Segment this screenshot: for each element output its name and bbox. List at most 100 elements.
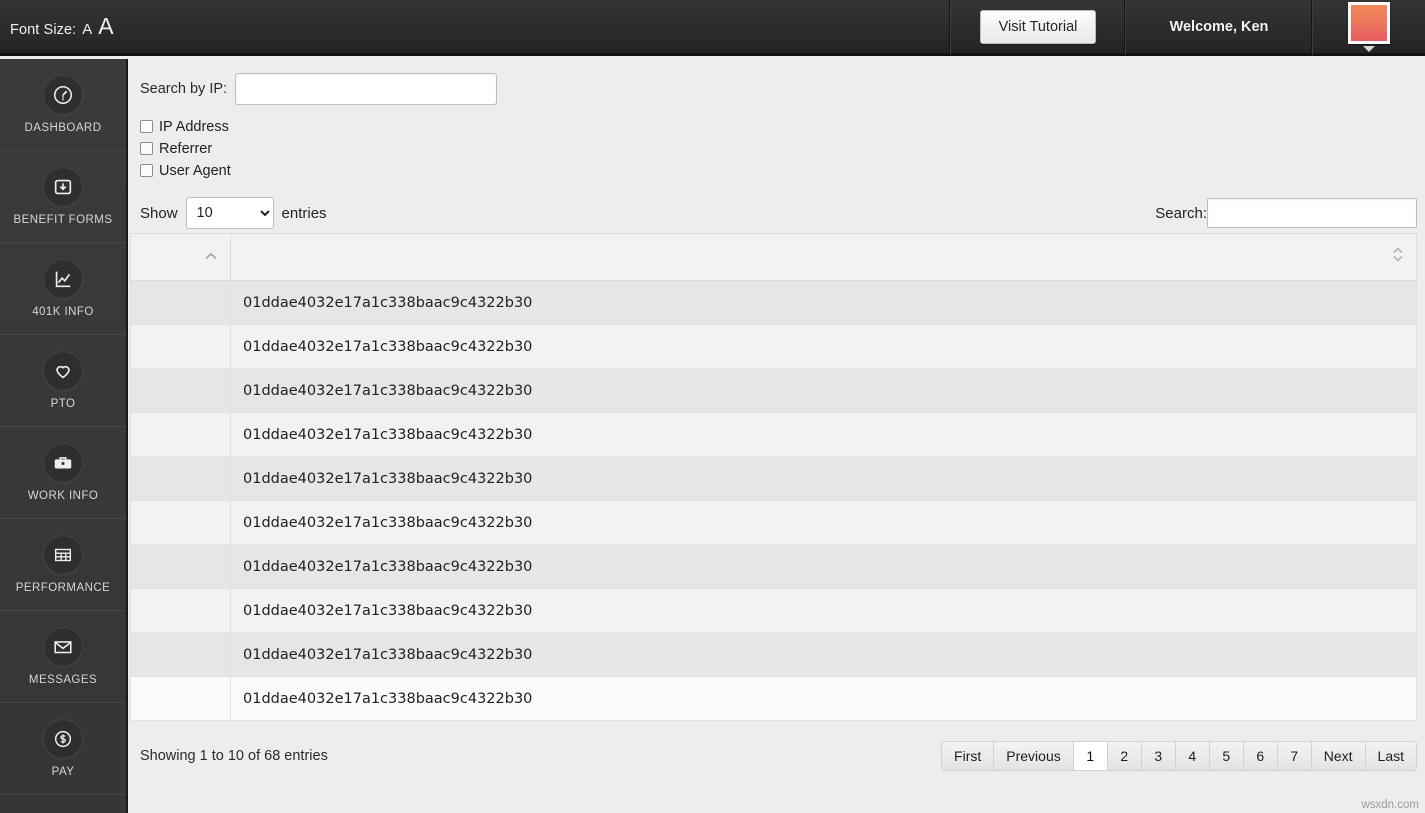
table-row[interactable]: 01ddae4032e17a1c338baac9c4322b30 xyxy=(130,632,1417,677)
dollar-circle-icon xyxy=(43,719,83,759)
user-menu[interactable] xyxy=(1311,0,1425,55)
cell-col-a xyxy=(130,412,231,457)
sidebar-item-label: 401K INFO xyxy=(32,306,94,318)
cell-col-b: 01ddae4032e17a1c338baac9c4322b30 xyxy=(230,544,1417,589)
line-chart-icon xyxy=(43,259,83,299)
cell-col-b: 01ddae4032e17a1c338baac9c4322b30 xyxy=(230,676,1417,721)
table-row[interactable]: 01ddae4032e17a1c338baac9c4322b30 xyxy=(130,588,1417,633)
column-header-2[interactable] xyxy=(230,233,1417,281)
sidebar-item-benefit-forms[interactable]: BENEFIT FORMS xyxy=(0,151,126,243)
table-row[interactable]: 01ddae4032e17a1c338baac9c4322b30 xyxy=(130,412,1417,457)
column-header-1[interactable] xyxy=(130,233,231,281)
pagination-page-1[interactable]: 1 xyxy=(1072,741,1107,771)
cell-col-a xyxy=(130,280,231,325)
pagination-last[interactable]: Last xyxy=(1364,741,1417,771)
table-controls: Show 10 25 50 100 entries Search: xyxy=(130,193,1417,233)
cell-col-a xyxy=(130,500,231,545)
data-table-section: Show 10 25 50 100 entries Search: xyxy=(130,193,1425,777)
pagination-page-2[interactable]: 2 xyxy=(1106,741,1141,771)
checkbox-ip-address[interactable] xyxy=(140,120,153,133)
checkbox-label: User Agent xyxy=(159,162,231,179)
font-size-decrease-button[interactable]: A xyxy=(82,21,92,38)
page-length-select[interactable]: 10 25 50 100 xyxy=(185,197,274,229)
sidebar-item-pay[interactable]: PAY xyxy=(0,703,126,795)
gauge-icon xyxy=(43,75,83,115)
avatar-wrapper[interactable] xyxy=(1348,1,1390,52)
sidebar-item-label: MESSAGES xyxy=(28,674,98,686)
pagination-page-6[interactable]: 6 xyxy=(1242,741,1277,771)
filter-checkbox-group: IP Address Referrer User Agent xyxy=(140,118,1425,179)
checkbox-user-agent[interactable] xyxy=(140,164,153,177)
sidebar-item-pto[interactable]: PTO xyxy=(0,335,126,427)
pagination-next[interactable]: Next xyxy=(1310,741,1365,771)
envelope-icon xyxy=(43,627,83,667)
table-row[interactable]: 01ddae4032e17a1c338baac9c4322b30 xyxy=(130,676,1417,721)
cell-col-b: 01ddae4032e17a1c338baac9c4322b30 xyxy=(230,368,1417,413)
checkbox-row-referrer[interactable]: Referrer xyxy=(140,140,1425,157)
cell-col-a xyxy=(130,544,231,589)
tutorial-cell: Visit Tutorial xyxy=(949,0,1125,55)
table-body: 01ddae4032e17a1c338baac9c4322b30 01ddae4… xyxy=(130,280,1417,721)
pagination-first[interactable]: First xyxy=(941,741,994,771)
welcome-cell: Welcome, Ken xyxy=(1124,0,1312,55)
table-row[interactable]: 01ddae4032e17a1c338baac9c4322b30 xyxy=(130,324,1417,369)
table-head xyxy=(130,233,1417,281)
pagination-page-4[interactable]: 4 xyxy=(1174,741,1209,771)
cell-col-b: 01ddae4032e17a1c338baac9c4322b30 xyxy=(230,324,1417,369)
table-row[interactable]: 01ddae4032e17a1c338baac9c4322b30 xyxy=(130,544,1417,589)
table-grid-icon xyxy=(43,535,83,575)
sidebar-item-label: DASHBOARD xyxy=(24,122,102,134)
sidebar-item-dashboard[interactable]: DASHBOARD xyxy=(0,59,126,151)
sidebar-item-401k-info[interactable]: 401K INFO xyxy=(0,243,126,335)
table-search-input[interactable] xyxy=(1207,198,1417,228)
briefcase-icon xyxy=(43,443,83,483)
avatar[interactable] xyxy=(1348,1,1390,44)
visit-tutorial-button[interactable]: Visit Tutorial xyxy=(979,9,1097,44)
cell-col-a xyxy=(130,368,231,413)
sidebar-item-performance[interactable]: PERFORMANCE xyxy=(0,519,126,611)
chevron-down-icon[interactable] xyxy=(1363,45,1375,52)
search-label: Search: xyxy=(1155,204,1207,222)
pagination-page-7[interactable]: 7 xyxy=(1276,741,1311,771)
sidebar-item-work-info[interactable]: WORK INFO xyxy=(0,427,126,519)
cell-col-b: 01ddae4032e17a1c338baac9c4322b30 xyxy=(230,500,1417,545)
checkbox-referrer[interactable] xyxy=(140,142,153,155)
checkbox-row-ip-address[interactable]: IP Address xyxy=(140,118,1425,135)
sidebar: DASHBOARD BENEFIT FORMS 401K INFO PTO WO… xyxy=(0,59,128,813)
pagination: First Previous 1 2 3 4 5 6 7 Next Last xyxy=(941,741,1417,771)
pagination-previous[interactable]: Previous xyxy=(993,741,1073,771)
pagination-page-5[interactable]: 5 xyxy=(1208,741,1243,771)
main-content: Search by IP: IP Address Referrer User A… xyxy=(130,59,1425,813)
inbox-download-icon xyxy=(43,167,83,207)
cell-col-b: 01ddae4032e17a1c338baac9c4322b30 xyxy=(230,412,1417,457)
search-by-ip-row: Search by IP: xyxy=(140,73,1425,105)
cell-col-b: 01ddae4032e17a1c338baac9c4322b30 xyxy=(230,588,1417,633)
heart-icon xyxy=(43,351,83,391)
cell-col-a xyxy=(130,588,231,633)
font-size-label: Font Size: xyxy=(10,22,77,38)
table-row[interactable]: 01ddae4032e17a1c338baac9c4322b30 xyxy=(130,456,1417,501)
table-info: Showing 1 to 10 of 68 entries xyxy=(140,748,328,764)
search-by-ip-input[interactable] xyxy=(235,73,498,105)
checkbox-row-user-agent[interactable]: User Agent xyxy=(140,162,1425,179)
sidebar-item-messages[interactable]: MESSAGES xyxy=(0,611,126,703)
entries-label: entries xyxy=(281,204,327,222)
checkbox-label: IP Address xyxy=(159,118,229,135)
table-row[interactable]: 01ddae4032e17a1c338baac9c4322b30 xyxy=(130,368,1417,413)
pagination-page-3[interactable]: 3 xyxy=(1140,741,1175,771)
cell-col-a xyxy=(130,632,231,677)
font-size-increase-button[interactable]: A xyxy=(98,13,113,40)
sort-none-icon xyxy=(1392,247,1404,268)
search-by-ip-label: Search by IP: xyxy=(140,81,228,97)
cell-col-b: 01ddae4032e17a1c338baac9c4322b30 xyxy=(230,632,1417,677)
table-row[interactable]: 01ddae4032e17a1c338baac9c4322b30 xyxy=(130,280,1417,325)
sidebar-item-label: PAY xyxy=(51,766,75,778)
cell-col-b: 01ddae4032e17a1c338baac9c4322b30 xyxy=(230,280,1417,325)
top-bar: Font Size: A A Visit Tutorial Welcome, K… xyxy=(0,0,1425,56)
table-header-row xyxy=(130,233,1417,281)
table-row[interactable]: 01ddae4032e17a1c338baac9c4322b30 xyxy=(130,500,1417,545)
cell-col-a xyxy=(130,324,231,369)
sidebar-item-label: PTO xyxy=(50,398,76,410)
watermark: wsxdn.com xyxy=(1361,799,1419,811)
cell-col-a xyxy=(130,456,231,501)
